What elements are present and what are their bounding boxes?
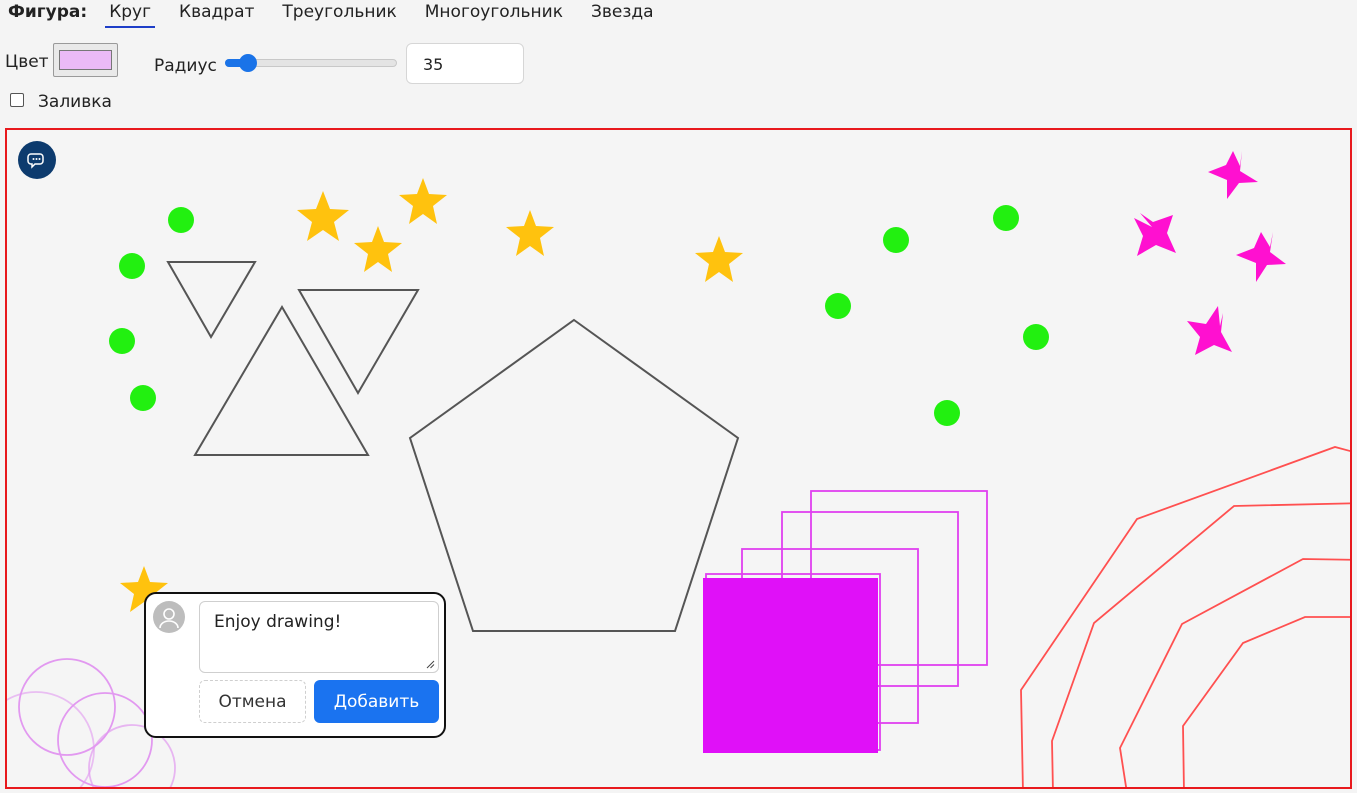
triangle-shape [297,289,420,395]
circle-shape [993,205,1019,231]
color-swatch [59,50,112,70]
avatar [153,601,185,633]
star-shape [1208,151,1258,199]
figure-tabs: Фигура: Круг Квадрат Треугольник Многоуг… [8,0,678,32]
comment-text: Enjoy drawing! [214,612,342,632]
triangle-shape [166,261,257,339]
radius-label: Радиус [154,56,217,76]
chat-button[interactable] [18,141,56,179]
tab-star[interactable]: Звезда [587,0,658,26]
tab-polygon[interactable]: Многоугольник [421,0,567,26]
circle-shape [109,328,135,354]
circle-shape [168,207,194,233]
comment-popup: Enjoy drawing! Отмена Добавить [144,592,446,738]
star-shape [506,210,554,256]
star-shape [297,191,349,241]
circle-shape [130,385,156,411]
tab-circle[interactable]: Круг [105,0,156,28]
cancel-button[interactable]: Отмена [199,680,306,723]
radius-input[interactable]: 35 [406,43,524,84]
circle-shape [934,400,960,426]
star-shape [1134,213,1176,256]
square-shape-filled [703,578,878,753]
tab-square[interactable]: Квадрат [175,0,258,26]
circle-outline [57,692,153,787]
circle-shape [119,253,145,279]
color-label: Цвет [5,52,49,72]
circle-shape [1023,324,1049,350]
fill-label: Заливка [38,92,112,112]
star-shape [695,236,743,282]
slider-thumb[interactable] [239,54,257,72]
chat-icon [27,153,44,169]
comment-textarea[interactable]: Enjoy drawing! [199,601,439,673]
polygon-shape [1182,616,1350,787]
resize-grip-icon[interactable] [426,660,435,669]
star-shape [399,178,447,224]
tab-triangle[interactable]: Треугольник [278,0,400,26]
color-picker[interactable] [53,43,118,77]
figure-label: Фигура: [8,2,88,22]
circle-shape [883,227,909,253]
add-button[interactable]: Добавить [314,680,439,723]
radius-slider[interactable] [225,54,397,72]
fill-checkbox[interactable] [10,93,24,107]
polygon-shape [1119,558,1350,787]
star-shape [1236,232,1286,282]
user-avatar-icon [159,608,179,629]
circle-outline [18,658,116,756]
pentagon-shape [408,318,740,632]
polygon-shape [1051,502,1350,787]
star-shape [1187,306,1232,355]
star-shape [354,226,402,272]
triangle-shape [193,305,370,456]
circle-shape [825,293,851,319]
